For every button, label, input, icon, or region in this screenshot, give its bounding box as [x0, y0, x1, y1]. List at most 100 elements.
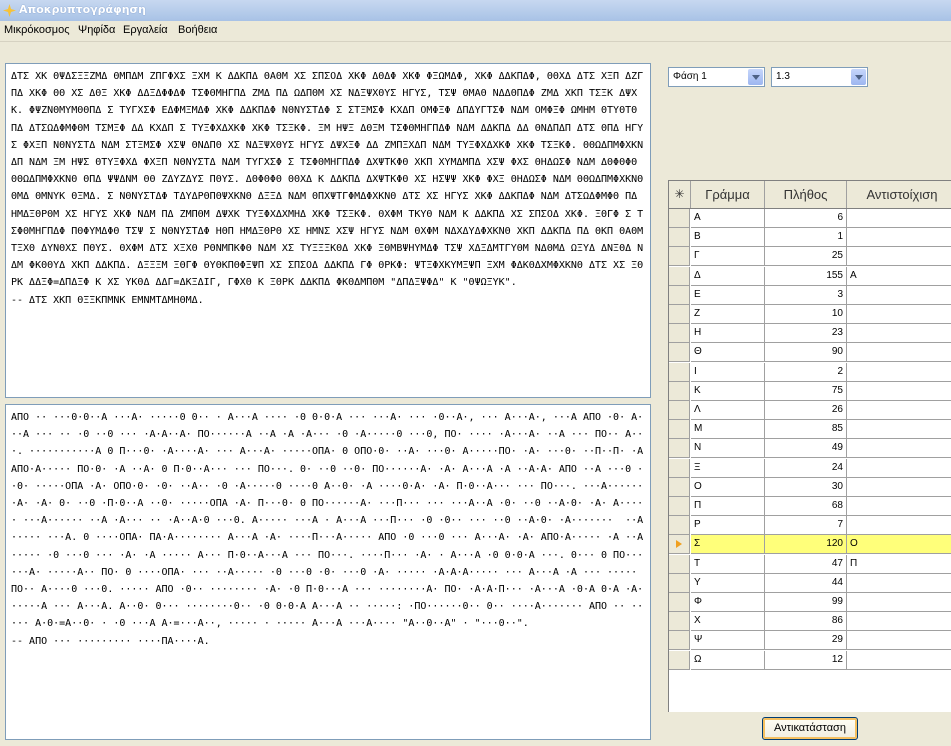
plain-text-area[interactable]: ΑΠΟ ·· ···0·0··Α ···Α· ·····0 0·· · Α···…	[5, 404, 651, 740]
cell-mapping[interactable]: Α	[847, 267, 951, 286]
row-header[interactable]	[669, 458, 690, 478]
row-header[interactable]	[669, 631, 690, 651]
cell-letter[interactable]: Ν	[691, 439, 765, 459]
ratio-dropdown-arrow-icon[interactable]	[851, 69, 866, 85]
cell-count[interactable]: 49	[765, 439, 847, 459]
table-row[interactable]: Ζ 10	[669, 305, 951, 324]
table-row[interactable]: Κ 75	[669, 381, 951, 401]
cell-mapping[interactable]	[847, 593, 951, 612]
cell-count[interactable]: 86	[765, 612, 847, 632]
cell-mapping[interactable]	[847, 286, 951, 305]
row-header[interactable]	[669, 228, 690, 248]
cell-letter[interactable]: Χ	[691, 612, 765, 632]
cell-mapping[interactable]: Π	[847, 555, 951, 574]
table-row[interactable]: Χ 86	[669, 612, 951, 632]
cell-letter[interactable]: Ζ	[691, 305, 765, 324]
header-count[interactable]: Πλήθος	[765, 181, 847, 208]
cell-count[interactable]: 30	[765, 477, 847, 497]
cell-letter[interactable]: Η	[691, 324, 765, 344]
cipher-text-area[interactable]: ΔΤΣ ΧΚ ΘΨΔΣΞΞΖΜΔ ΘΜΠΔΜ ΖΠΓΦΧΣ ΞΧΜ Κ ΔΔΚΠ…	[5, 63, 651, 398]
cell-letter[interactable]: Ρ	[691, 516, 765, 536]
cell-count[interactable]: 12	[765, 650, 847, 670]
cell-mapping[interactable]	[847, 209, 951, 228]
cell-count[interactable]: 7	[765, 516, 847, 536]
cell-mapping[interactable]	[847, 651, 951, 670]
table-row[interactable]: Ω 12	[669, 650, 951, 670]
table-row[interactable]: Ι2	[669, 362, 951, 382]
cell-mapping[interactable]	[847, 478, 951, 497]
cell-count[interactable]: 99	[765, 593, 847, 612]
cell-letter[interactable]: Π	[691, 497, 765, 516]
cell-mapping[interactable]	[847, 401, 951, 420]
cell-count[interactable]: 68	[765, 497, 847, 516]
table-row[interactable]: Π 68	[669, 497, 951, 516]
cell-count[interactable]: 26	[765, 401, 847, 420]
cell-mapping[interactable]	[847, 382, 951, 401]
cell-mapping[interactable]	[847, 497, 951, 516]
table-row[interactable]: Ν 49	[669, 439, 951, 459]
row-header[interactable]	[669, 266, 690, 286]
cell-letter[interactable]: Μ	[691, 420, 765, 440]
row-header[interactable]	[669, 343, 690, 363]
cell-mapping[interactable]: Ο	[847, 535, 951, 555]
cell-count[interactable]: 1	[765, 228, 847, 248]
row-header[interactable]	[669, 247, 690, 267]
cell-letter[interactable]: Γ	[691, 247, 765, 267]
cell-count[interactable]: 44	[765, 573, 847, 593]
row-header[interactable]	[669, 650, 690, 670]
row-header[interactable]	[669, 516, 690, 536]
cell-mapping[interactable]	[847, 516, 951, 536]
header-mapping[interactable]: Αντιστοίχιση	[847, 181, 951, 208]
cell-mapping[interactable]	[847, 420, 951, 440]
cell-count[interactable]: 6	[765, 209, 847, 228]
cell-mapping[interactable]	[847, 343, 951, 363]
cell-count[interactable]: 25	[765, 247, 847, 267]
row-header[interactable]	[669, 573, 690, 593]
cell-mapping[interactable]	[847, 363, 951, 382]
row-header[interactable]	[669, 420, 690, 440]
table-row[interactable]: Η 23	[669, 324, 951, 344]
table-row[interactable]: Ξ 24	[669, 458, 951, 478]
cell-count[interactable]: 155	[765, 266, 847, 286]
cell-letter[interactable]: Ξ	[691, 458, 765, 478]
cell-count[interactable]: 23	[765, 324, 847, 344]
cell-count[interactable]: 90	[765, 343, 847, 363]
row-header[interactable]	[669, 401, 690, 420]
row-header[interactable]	[669, 554, 690, 574]
table-row[interactable]: Ρ7	[669, 516, 951, 536]
cell-letter[interactable]: Ι	[691, 362, 765, 382]
cell-count[interactable]: 2	[765, 362, 847, 382]
cell-mapping[interactable]	[847, 574, 951, 593]
cell-mapping[interactable]	[847, 459, 951, 478]
table-row[interactable]: Ο 30	[669, 477, 951, 497]
table-row[interactable]: Σ 120 Ο	[669, 535, 951, 555]
table-row[interactable]: Γ 25	[669, 247, 951, 267]
cell-letter[interactable]: Υ	[691, 573, 765, 593]
cell-mapping[interactable]	[847, 439, 951, 459]
table-row[interactable]: Θ 90	[669, 343, 951, 363]
cell-letter[interactable]: Τ	[691, 554, 765, 574]
phase-select[interactable]: Φάση 1	[668, 67, 765, 87]
cell-count[interactable]: 29	[765, 631, 847, 651]
cell-letter[interactable]: Κ	[691, 381, 765, 401]
cell-mapping[interactable]	[847, 247, 951, 267]
cell-count[interactable]: 24	[765, 458, 847, 478]
cell-letter[interactable]: Σ	[691, 535, 765, 555]
menu-help[interactable]: Βοήθεια	[178, 24, 217, 36]
table-row[interactable]: Β1	[669, 228, 951, 248]
row-header[interactable]	[669, 535, 690, 555]
row-header[interactable]	[669, 305, 690, 324]
cell-mapping[interactable]	[847, 228, 951, 248]
cell-count[interactable]: 10	[765, 305, 847, 324]
header-letter[interactable]: Γράμμα	[691, 181, 765, 208]
table-row[interactable]: Λ 26	[669, 401, 951, 420]
ratio-select[interactable]: 1.3	[771, 67, 868, 87]
row-header[interactable]	[669, 612, 690, 632]
row-header[interactable]	[669, 285, 690, 305]
menu-tile[interactable]: Ψηφίδα	[78, 24, 115, 36]
table-row[interactable]: Ε3	[669, 285, 951, 305]
row-header[interactable]	[669, 324, 690, 344]
cell-letter[interactable]: Φ	[691, 593, 765, 612]
table-row[interactable]: Μ 85	[669, 420, 951, 440]
cell-letter[interactable]: Ε	[691, 285, 765, 305]
